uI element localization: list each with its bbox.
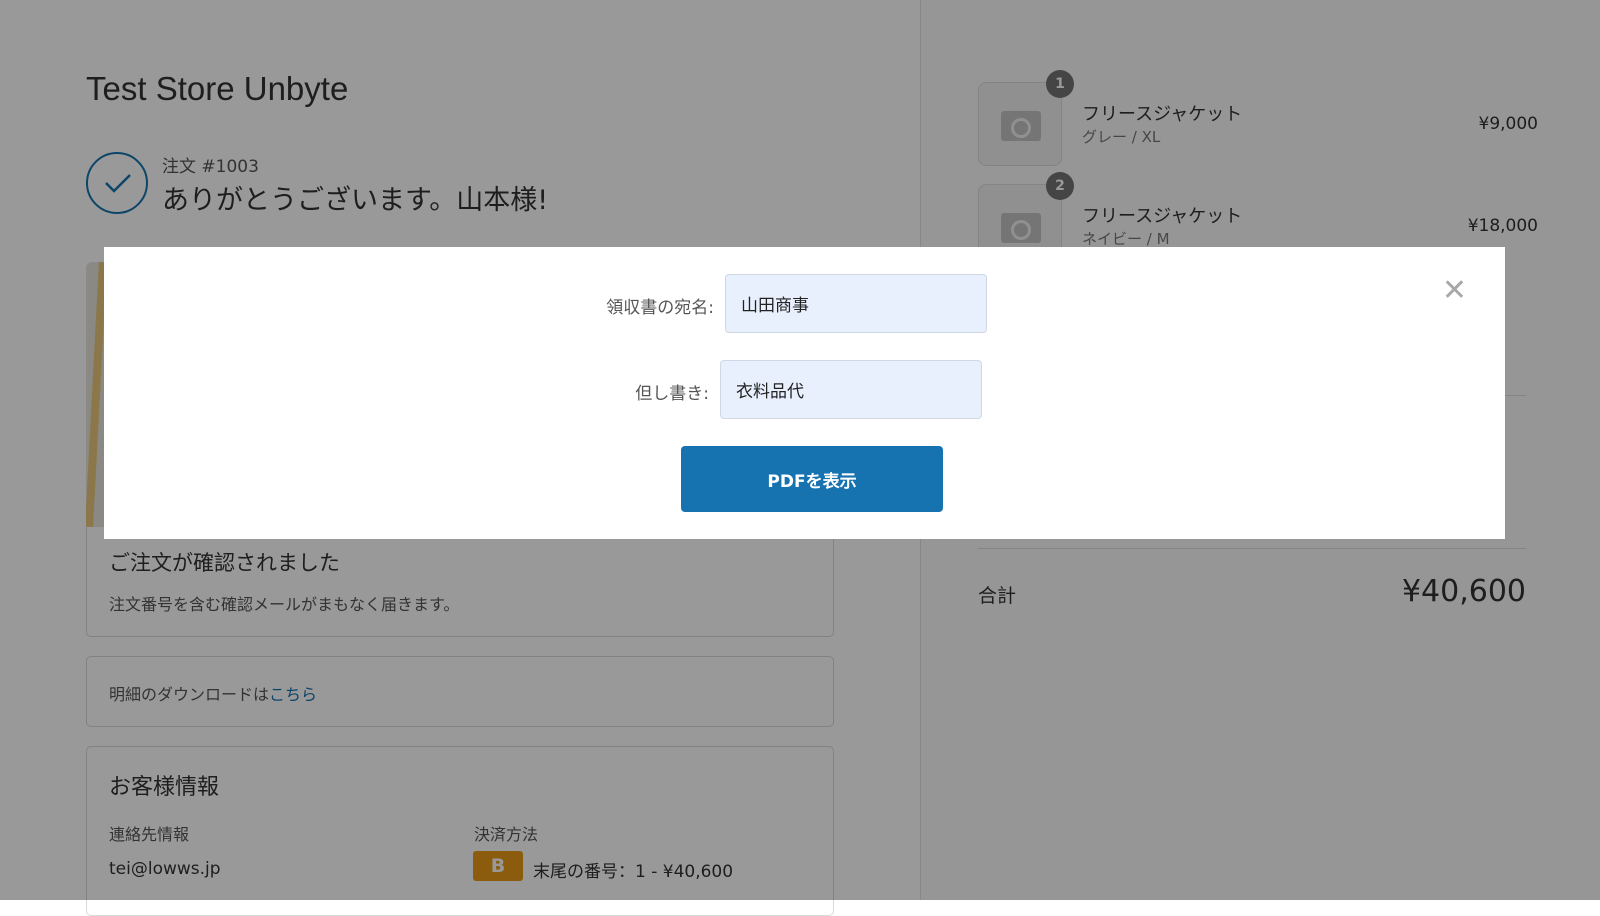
- note-label: 但し書き:: [635, 384, 709, 404]
- show-pdf-button[interactable]: PDFを表示: [681, 446, 943, 512]
- receipt-modal: ✕ 領収書の宛名: 但し書き: PDFを表示: [104, 247, 1505, 539]
- close-icon[interactable]: ✕: [1442, 273, 1467, 308]
- note-input[interactable]: [720, 360, 982, 419]
- recipient-name-label: 領収書の宛名:: [606, 298, 714, 318]
- recipient-name-input[interactable]: [725, 274, 987, 333]
